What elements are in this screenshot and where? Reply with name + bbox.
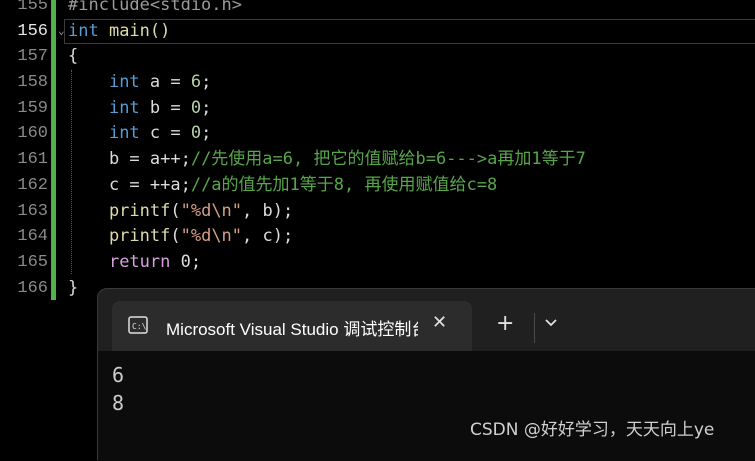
line-number: 157 (17, 47, 48, 67)
fold-chevron-icon[interactable]: ⌄ (58, 24, 65, 37)
code-token: ; (201, 97, 212, 118)
console-icon: C:\ (128, 316, 148, 334)
code-line[interactable]: printf("%d\n", c); (68, 224, 586, 250)
code-token: ; (201, 72, 212, 93)
close-icon[interactable]: ✕ (432, 312, 447, 333)
code-token: 0 (190, 97, 202, 118)
line-number: 159 (17, 98, 48, 118)
code-line[interactable]: int c = 0; (68, 121, 586, 147)
code-line[interactable]: { (68, 44, 586, 70)
code-token: 6 (190, 72, 202, 93)
code-token: b = a++; (68, 149, 191, 170)
new-tab-button[interactable]: + (496, 311, 514, 336)
code-line[interactable]: int b = 0; (68, 96, 586, 122)
code-token: int (108, 123, 140, 144)
line-number: 166 (17, 278, 48, 298)
code-token: printf (68, 226, 171, 247)
console-tab[interactable]: C:\ Microsoft Visual Studio 调试控制台 ✕ (112, 301, 472, 351)
code-token: //先使用a=6, 把它的值赋给b=6--->a再加1等于7 (190, 149, 586, 170)
code-token: c = ++a; (68, 174, 191, 195)
code-token: , b); (242, 200, 294, 221)
line-number: 161 (17, 150, 48, 170)
output-line: 6 (112, 363, 125, 387)
line-number: 164 (17, 227, 48, 247)
output-line: 8 (112, 391, 125, 415)
code-token: printf (68, 200, 171, 221)
code-token: a = (139, 72, 191, 93)
console-output-area[interactable]: 6 8 (98, 351, 755, 461)
watermark: CSDN @好好学习，天天向上ye (470, 420, 715, 440)
svg-text:C:\: C:\ (132, 322, 147, 331)
code-token: "%d\n" (180, 226, 243, 247)
code-token: b = (139, 97, 191, 118)
code-line[interactable]: int main() (68, 19, 586, 45)
change-indicator-bar (51, 0, 56, 300)
line-number: 162 (17, 175, 48, 195)
code-token: { (68, 46, 79, 67)
code-token: //a的值先加1等于8, 再使用赋值给c=8 (190, 174, 498, 195)
code-token: 0; (170, 251, 202, 272)
code-token: ( (170, 226, 181, 247)
line-number: 165 (17, 252, 48, 272)
line-number: 163 (17, 201, 48, 221)
code-token: #include<stdio.h> (68, 0, 242, 15)
code-line[interactable]: b = a++;//先使用a=6, 把它的值赋给b=6--->a再加1等于7 (68, 147, 586, 173)
code-lines[interactable]: #include<stdio.h> int main(){ int a = 6; … (68, 0, 586, 301)
code-token: return (108, 251, 171, 272)
line-number: 160 (17, 124, 48, 144)
code-token: "%d\n" (180, 200, 243, 221)
code-token: ; (201, 123, 212, 144)
line-number: 158 (17, 73, 48, 93)
tab-divider (534, 313, 535, 343)
code-token: c = (139, 123, 191, 144)
code-line[interactable]: #include<stdio.h> (68, 0, 586, 19)
line-number: 155 (17, 0, 48, 15)
code-token: int (108, 97, 140, 118)
code-line[interactable]: c = ++a;//a的值先加1等于8, 再使用赋值给c=8 (68, 173, 586, 199)
code-token: int (68, 20, 99, 41)
code-token: , c); (242, 226, 294, 247)
line-number-gutter: 155 156 157 158 159 160 161 162 163 164 165 166 (0, 0, 48, 301)
code-line[interactable]: printf("%d\n", b); (68, 199, 586, 225)
code-line[interactable]: return 0; (68, 250, 586, 276)
code-token: } (68, 277, 79, 298)
line-number: 156 (17, 21, 48, 41)
code-token: main() (98, 20, 171, 41)
code-token: int (108, 72, 140, 93)
code-line[interactable]: int a = 6; (68, 70, 586, 96)
console-tab-title: Microsoft Visual Studio 调试控制台 (166, 320, 418, 339)
code-token: 0 (190, 123, 202, 144)
code-token: ( (170, 200, 181, 221)
chevron-down-icon[interactable] (543, 315, 559, 331)
